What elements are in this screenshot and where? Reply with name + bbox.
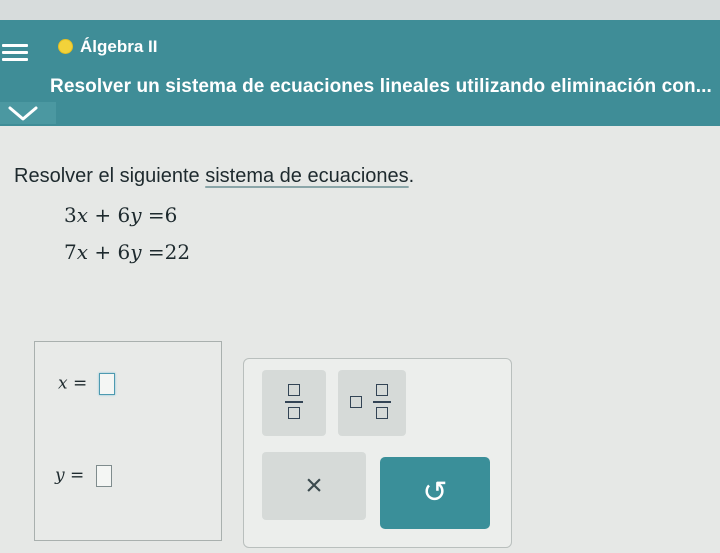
progress-status-icon	[58, 39, 73, 54]
numerator-box-icon	[288, 384, 300, 396]
undo-icon: ↺	[422, 476, 448, 509]
y-label: y	[55, 465, 65, 486]
glossary-link[interactable]: sistema de ecuaciones	[205, 165, 408, 187]
prompt-end: .	[408, 165, 415, 187]
fraction-bar-icon	[285, 401, 303, 403]
fraction-button[interactable]	[262, 370, 326, 436]
denominator-box-icon	[288, 407, 300, 419]
fraction-bar-icon	[373, 401, 391, 403]
denominator-box-icon	[376, 407, 388, 419]
equation-2: 7x + 6y =22	[64, 240, 191, 264]
undo-button[interactable]: ↺	[380, 457, 490, 529]
y-answer-row: y =	[55, 465, 112, 487]
x-answer-input[interactable]	[98, 373, 115, 395]
whole-box-icon	[350, 396, 362, 408]
x-label: x	[58, 373, 68, 394]
prompt-text: Resolver el siguiente	[14, 165, 206, 187]
problem-prompt: Resolver el siguiente sistema de ecuacio…	[14, 165, 414, 188]
numerator-box-icon	[376, 384, 388, 396]
x-equals: =	[73, 373, 88, 394]
equation-1: 3x + 6y =6	[64, 203, 178, 227]
x-answer-row: x =	[58, 373, 115, 395]
answer-box	[34, 341, 222, 541]
menu-icon[interactable]	[2, 40, 28, 66]
browser-top-strip	[0, 0, 720, 20]
chevron-down-icon[interactable]	[6, 104, 40, 122]
clear-button[interactable]: ×	[262, 452, 366, 520]
course-title: Álgebra II	[80, 37, 158, 56]
y-equals: =	[70, 465, 85, 486]
lesson-title: Resolver un sistema de ecuaciones lineal…	[50, 76, 712, 97]
lesson-header: Álgebra II Resolver un sistema de ecuaci…	[0, 20, 720, 126]
y-answer-input[interactable]	[95, 465, 112, 487]
clear-icon: ×	[305, 469, 323, 502]
mixed-number-button[interactable]	[338, 370, 406, 436]
